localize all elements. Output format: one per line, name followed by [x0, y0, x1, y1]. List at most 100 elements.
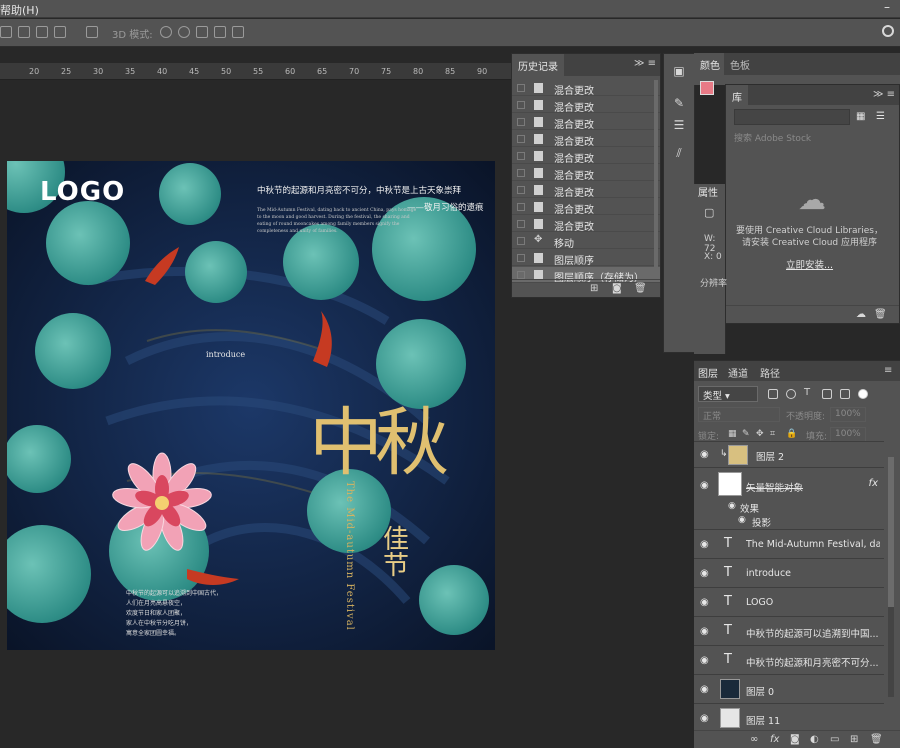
tab-layers[interactable]: 图层 — [698, 365, 718, 380]
layer-name[interactable]: 图层 11 — [746, 713, 780, 727]
tab-swatches[interactable]: 色板 — [724, 53, 756, 75]
snapshot-checkbox[interactable] — [517, 118, 525, 126]
slide-3d-icon[interactable] — [214, 26, 226, 38]
panel-menu-icon[interactable]: ≫ ≡ — [873, 89, 895, 100]
filter-adjustment-icon[interactable] — [786, 389, 796, 399]
tab-properties[interactable]: 属性 — [698, 184, 718, 199]
trash-icon[interactable]: 🗑 — [874, 309, 887, 320]
layer-row[interactable]: ◉ ↳ 图层 2 — [694, 441, 884, 467]
install-now-link[interactable]: 立即安装... — [786, 257, 833, 271]
visibility-eye-icon[interactable]: ◉ — [700, 480, 712, 491]
visibility-eye-icon[interactable]: ◉ — [700, 713, 712, 724]
scroll-thumb[interactable] — [888, 457, 894, 607]
adjustment-layer-icon[interactable]: ◐ — [810, 734, 819, 745]
library-search-input[interactable]: 搜索 Adobe Stock — [734, 131, 894, 145]
snapshot-checkbox[interactable] — [517, 220, 525, 228]
align-center-icon[interactable] — [18, 26, 30, 38]
layer-name[interactable]: 图层 0 — [746, 684, 774, 698]
snapshot-checkbox[interactable] — [517, 84, 525, 92]
align-right-icon[interactable] — [36, 26, 48, 38]
visibility-eye-icon[interactable]: ◉ — [738, 515, 746, 525]
layer-name[interactable]: 矢量智能对象 — [746, 480, 856, 494]
tab-history[interactable]: 历史记录 — [512, 54, 564, 76]
tab-paths[interactable]: 路径 — [760, 365, 780, 380]
layer-row[interactable]: ◉ T introduce — [694, 558, 884, 587]
search-icon[interactable] — [882, 25, 894, 37]
roll-3d-icon[interactable] — [178, 26, 190, 38]
visibility-eye-icon[interactable]: ◉ — [700, 655, 712, 666]
history-item[interactable]: 混合更改 — [512, 182, 660, 199]
new-group-icon[interactable]: ▭ — [830, 734, 839, 745]
history-item[interactable]: 混合更改 — [512, 148, 660, 165]
visibility-eye-icon[interactable]: ◉ — [700, 597, 712, 608]
add-style-fx-icon[interactable]: fx — [770, 734, 779, 745]
tab-color[interactable]: 颜色 — [694, 53, 726, 75]
snapshot-checkbox[interactable] — [517, 101, 525, 109]
poster-canvas[interactable]: LOGO 中秋节的起源和月亮密不可分，中秋节是上古天象崇拜 ——敬月习俗的遗痕 … — [7, 161, 495, 650]
brush-panel-icon[interactable]: ✎ — [672, 96, 686, 110]
filter-pixel-icon[interactable] — [768, 389, 778, 399]
library-dropdown[interactable] — [734, 109, 850, 125]
effects-fx-icon[interactable]: fx — [869, 478, 878, 489]
filter-toggle-icon[interactable] — [858, 389, 868, 399]
filter-shape-icon[interactable] — [822, 389, 832, 399]
visibility-eye-icon[interactable]: ◉ — [700, 539, 712, 550]
history-item[interactable]: 混合更改 — [512, 114, 660, 131]
opacity-input[interactable]: 100% — [830, 407, 866, 422]
snapshot-checkbox[interactable] — [517, 203, 525, 211]
history-item[interactable]: 图层顺序 — [512, 250, 660, 267]
layer-name[interactable]: The Mid-Autumn Festival, dating ... — [746, 539, 880, 550]
layers-scrollbar[interactable] — [888, 457, 894, 697]
distribute-icon[interactable] — [54, 26, 66, 38]
layer-name[interactable]: 图层 2 — [756, 449, 784, 463]
grid-view-icon[interactable]: ▦ — [856, 111, 865, 122]
delete-layer-icon[interactable]: 🗑 — [870, 734, 883, 745]
history-item[interactable]: 混合更改 — [512, 165, 660, 182]
panel-menu-icon[interactable]: ≡ — [884, 365, 892, 376]
pan-3d-icon[interactable] — [196, 26, 208, 38]
layer-row[interactable]: ◉ 图层 11 — [694, 703, 884, 732]
list-view-icon[interactable]: ☰ — [876, 111, 885, 122]
visibility-eye-icon[interactable]: ◉ — [728, 501, 736, 511]
filter-type-icon[interactable]: T — [804, 387, 814, 398]
history-item[interactable]: ✥ 移动 — [512, 233, 660, 250]
tab-channels[interactable]: 通道 — [728, 365, 748, 380]
effect-row[interactable]: ◉ 效果 — [694, 501, 884, 515]
layer-row[interactable]: ◉ 矢量智能对象 fx — [694, 467, 884, 501]
layer-name[interactable]: LOGO — [746, 597, 773, 608]
lock-image-icon[interactable]: ✎ — [742, 429, 752, 439]
link-layers-icon[interactable]: ∞ — [750, 734, 758, 745]
snapshot-checkbox[interactable] — [517, 186, 525, 194]
panel-menu-icon[interactable]: ≫ ≡ — [634, 58, 656, 69]
layer-row[interactable]: ◉ T The Mid-Autumn Festival, dating ... — [694, 529, 884, 558]
visibility-eye-icon[interactable]: ◉ — [700, 449, 712, 460]
paths-panel-icon[interactable]: ⫽ — [672, 146, 686, 160]
history-item[interactable]: 混合更改 — [512, 131, 660, 148]
visibility-eye-icon[interactable]: ◉ — [700, 568, 712, 579]
blend-mode-select[interactable]: 正常 — [698, 407, 780, 422]
layer-row[interactable]: ◉ 图层 0 — [694, 674, 884, 703]
filter-kind-select[interactable]: 类型 ▾ — [698, 386, 758, 402]
scale-3d-icon[interactable] — [232, 26, 244, 38]
history-scrollbar[interactable] — [654, 80, 658, 280]
cloud-sync-icon[interactable]: ☁ — [856, 309, 866, 320]
minimize-icon[interactable]: – — [880, 0, 894, 14]
history-item[interactable]: 混合更改 — [512, 80, 660, 97]
layer-name[interactable]: 中秋节的起源和月亮密不可分... — [746, 655, 880, 669]
filter-smart-icon[interactable] — [840, 389, 850, 399]
new-layer-icon[interactable]: ⊞ — [850, 734, 858, 745]
snapshot-checkbox[interactable] — [517, 135, 525, 143]
foreground-color-swatch[interactable] — [700, 81, 714, 95]
lock-transparent-icon[interactable]: ▦ — [728, 429, 738, 439]
add-mask-icon[interactable]: ◙ — [790, 734, 800, 745]
lock-all-icon[interactable]: 🔒 — [786, 429, 797, 439]
snapshot-checkbox[interactable] — [517, 254, 525, 262]
tab-libraries[interactable]: 库 — [726, 85, 748, 105]
history-item[interactable]: 混合更改 — [512, 216, 660, 233]
snapshot-checkbox[interactable] — [517, 271, 525, 279]
layer-name[interactable]: introduce — [746, 568, 791, 579]
visibility-eye-icon[interactable]: ◉ — [700, 684, 712, 695]
history-item[interactable]: 混合更改 — [512, 199, 660, 216]
adjustments-panel-icon[interactable]: ☰ — [672, 118, 686, 132]
menu-help[interactable]: 帮助(H) — [0, 2, 39, 18]
